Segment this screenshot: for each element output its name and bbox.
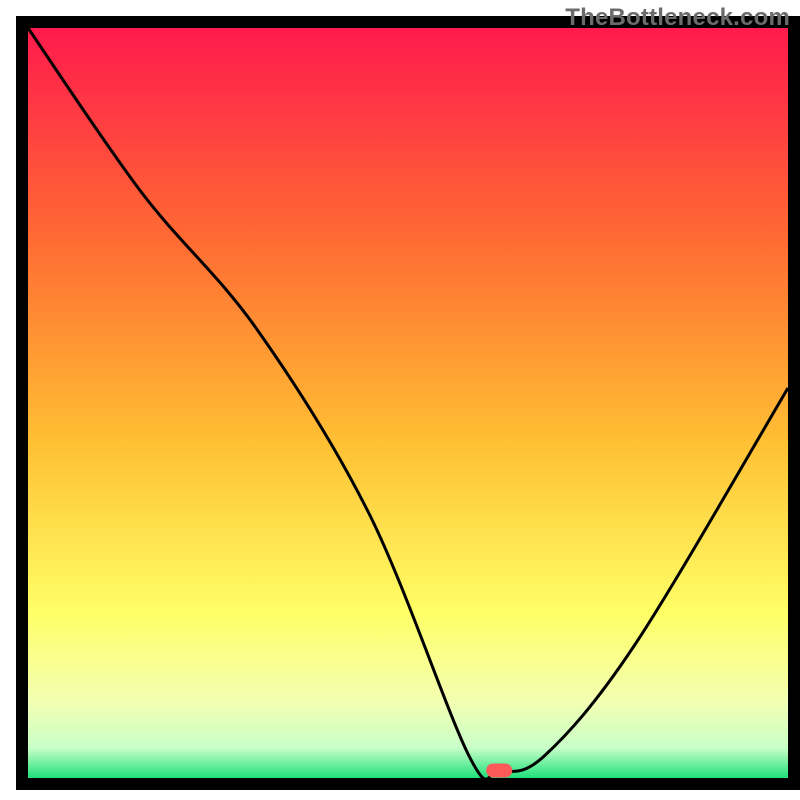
watermark-text: TheBottleneck.com — [565, 4, 790, 32]
chart-svg — [0, 0, 800, 800]
bottleneck-chart: TheBottleneck.com — [0, 0, 800, 800]
plot-area — [22, 22, 794, 784]
optimal-marker — [486, 764, 512, 778]
heat-gradient — [28, 28, 788, 778]
